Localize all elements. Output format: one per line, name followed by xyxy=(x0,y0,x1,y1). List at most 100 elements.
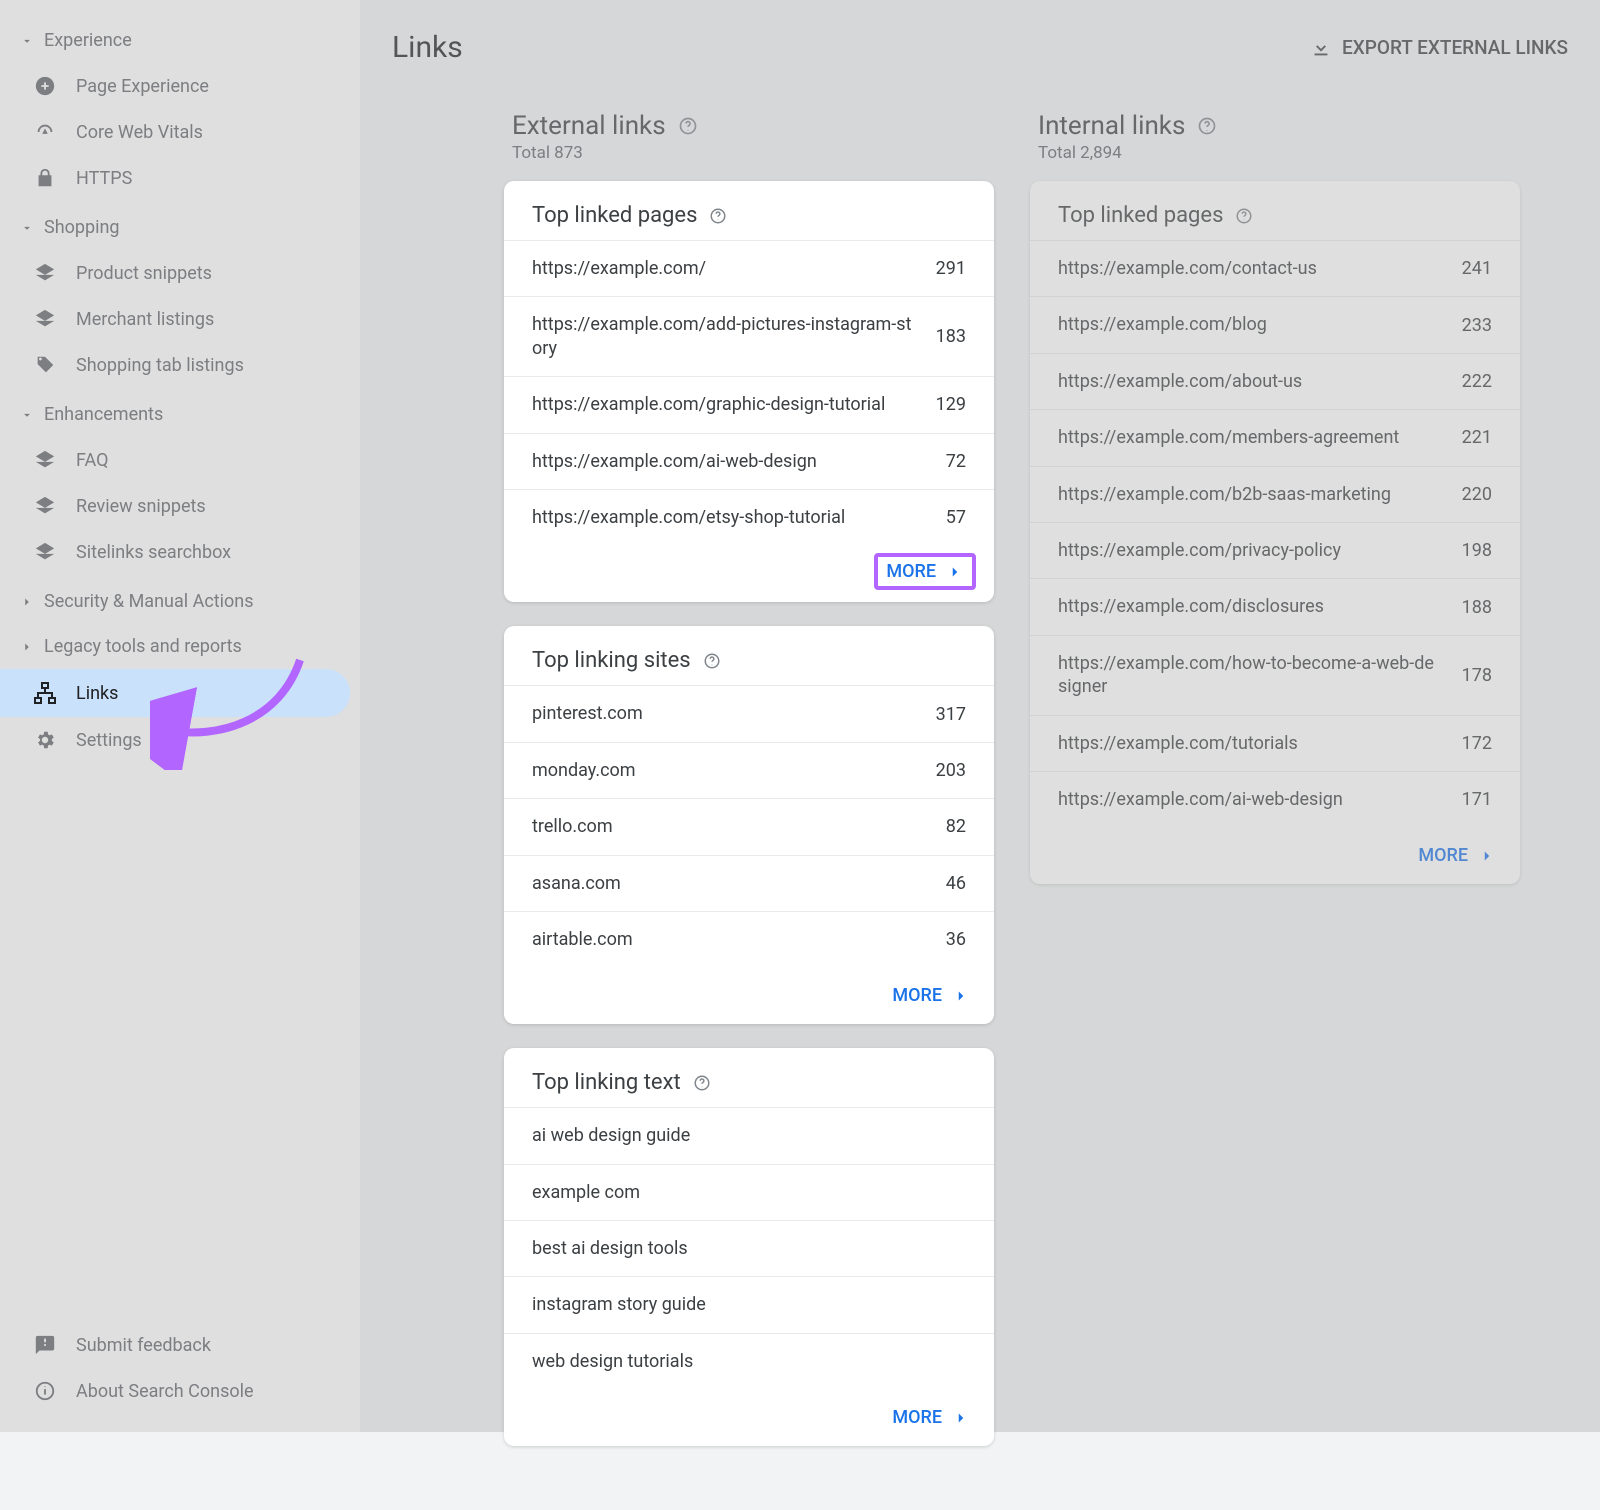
chevron-right-icon xyxy=(946,563,964,581)
list-item[interactable]: web design tutorials xyxy=(504,1333,994,1389)
more-button[interactable]: MORE xyxy=(504,1389,994,1446)
help-icon[interactable] xyxy=(1235,207,1253,225)
row-url: instagram story guide xyxy=(532,1293,966,1316)
list-item[interactable]: https://example.com/contact-us241 xyxy=(1030,240,1520,296)
sidebar-item-core-web-vitals[interactable]: Core Web Vitals xyxy=(0,109,360,155)
export-label: EXPORT EXTERNAL LINKS xyxy=(1342,36,1568,59)
sidebar-group-label: Security & Manual Actions xyxy=(44,591,254,612)
sidebar-item-links[interactable]: Links xyxy=(0,669,350,717)
row-url: https://example.com/members-agreement xyxy=(1058,426,1462,449)
layers-icon xyxy=(32,308,58,330)
layers-icon xyxy=(32,541,58,563)
row-url: https://example.com/disclosures xyxy=(1058,595,1462,618)
sidebar-item-label: Review snippets xyxy=(76,496,206,517)
sidebar-item-faq[interactable]: FAQ xyxy=(0,437,360,483)
list-item[interactable]: https://example.com/graphic-design-tutor… xyxy=(504,376,994,432)
list-item[interactable]: https://example.com/291 xyxy=(504,240,994,296)
sidebar-item-settings[interactable]: Settings xyxy=(0,717,360,763)
speed-icon xyxy=(32,121,58,143)
list-item[interactable]: https://example.com/tutorials172 xyxy=(1030,715,1520,771)
help-icon[interactable] xyxy=(1197,116,1217,136)
list-item[interactable]: instagram story guide xyxy=(504,1276,994,1332)
row-url: web design tutorials xyxy=(532,1350,966,1373)
sidebar-item-https[interactable]: HTTPS xyxy=(0,155,360,201)
more-button[interactable]: MORE xyxy=(1030,827,1520,884)
sidebar-group-enhancements[interactable]: Enhancements xyxy=(0,392,360,437)
row-url: https://example.com/add-pictures-instagr… xyxy=(532,313,936,360)
list-item[interactable]: https://example.com/privacy-policy198 xyxy=(1030,522,1520,578)
sidebar-item-merchant-listings[interactable]: Merchant listings xyxy=(0,296,360,342)
list-item[interactable]: monday.com203 xyxy=(504,742,994,798)
help-icon[interactable] xyxy=(678,116,698,136)
sidebar-item-label: Shopping tab listings xyxy=(76,355,244,376)
list-item[interactable]: example com xyxy=(504,1164,994,1220)
list-item[interactable]: https://example.com/ai-web-design72 xyxy=(504,433,994,489)
more-button[interactable]: MORE xyxy=(504,967,994,1024)
sidebar-item-review-snippets[interactable]: Review snippets xyxy=(0,483,360,529)
list-item[interactable]: https://example.com/add-pictures-instagr… xyxy=(504,296,994,376)
list-item[interactable]: https://example.com/etsy-shop-tutorial57 xyxy=(504,489,994,545)
page-title: Links xyxy=(392,30,463,65)
sidebar-item-label: Page Experience xyxy=(76,76,209,97)
chevron-right-icon xyxy=(1478,847,1496,865)
row-count: 36 xyxy=(946,929,966,950)
top-linking-text-card: Top linking text ai web design guideexam… xyxy=(504,1048,994,1446)
sidebar-item-label: HTTPS xyxy=(76,168,132,189)
list-item[interactable]: https://example.com/how-to-become-a-web-… xyxy=(1030,635,1520,715)
list-item[interactable]: trello.com82 xyxy=(504,798,994,854)
export-external-links-button[interactable]: EXPORT EXTERNAL LINKS xyxy=(1310,36,1568,59)
list-item[interactable]: https://example.com/blog233 xyxy=(1030,296,1520,352)
row-url: https://example.com/graphic-design-tutor… xyxy=(532,393,936,416)
more-label: MORE xyxy=(886,561,936,582)
row-url: https://example.com/about-us xyxy=(1058,370,1462,393)
sidebar-group-experience[interactable]: Experience xyxy=(0,18,360,63)
sidebar-group-shopping[interactable]: Shopping xyxy=(0,205,360,250)
lock-icon xyxy=(32,167,58,189)
row-url: https://example.com/ xyxy=(532,257,936,280)
list-item[interactable]: asana.com46 xyxy=(504,855,994,911)
sidebar-item-label: Links xyxy=(76,683,118,704)
sidebar-item-label: Merchant listings xyxy=(76,309,214,330)
list-item[interactable]: best ai design tools xyxy=(504,1220,994,1276)
more-button[interactable]: MORE xyxy=(872,551,978,592)
row-count: 72 xyxy=(946,451,966,472)
info-icon xyxy=(32,1380,58,1402)
sidebar-item-label: About Search Console xyxy=(76,1381,254,1402)
sidebar-item-sitelinks-searchbox[interactable]: Sitelinks searchbox xyxy=(0,529,360,575)
list-item[interactable]: https://example.com/about-us222 xyxy=(1030,353,1520,409)
row-count: 221 xyxy=(1462,427,1492,448)
row-count: 57 xyxy=(946,507,966,528)
sidebar-group-legacy[interactable]: Legacy tools and reports xyxy=(0,624,360,669)
card-title: Top linked pages xyxy=(532,203,697,228)
internal-links-total: Total 2,894 xyxy=(1030,143,1520,163)
row-count: 241 xyxy=(1462,258,1492,279)
list-item[interactable]: https://example.com/members-agreement221 xyxy=(1030,409,1520,465)
row-url: https://example.com/how-to-become-a-web-… xyxy=(1058,652,1462,699)
sidebar-group-label: Enhancements xyxy=(44,404,163,425)
list-item[interactable]: pinterest.com317 xyxy=(504,685,994,741)
sidebar-item-label: Submit feedback xyxy=(76,1335,211,1356)
feedback-icon xyxy=(32,1334,58,1356)
list-item[interactable]: https://example.com/disclosures188 xyxy=(1030,578,1520,634)
card-title: Top linking sites xyxy=(532,648,691,673)
list-item[interactable]: https://example.com/ai-web-design171 xyxy=(1030,771,1520,827)
row-count: 171 xyxy=(1462,789,1492,810)
chevron-down-icon xyxy=(20,34,34,48)
row-url: https://example.com/blog xyxy=(1058,313,1462,336)
tag-icon xyxy=(32,354,58,376)
sidebar-item-page-experience[interactable]: Page Experience xyxy=(0,63,360,109)
chevron-right-icon xyxy=(952,1409,970,1427)
help-icon[interactable] xyxy=(703,652,721,670)
list-item[interactable]: https://example.com/b2b-saas-marketing22… xyxy=(1030,466,1520,522)
row-url: https://example.com/privacy-policy xyxy=(1058,539,1462,562)
sidebar-group-security[interactable]: Security & Manual Actions xyxy=(0,579,360,624)
help-icon[interactable] xyxy=(709,207,727,225)
sidebar-item-feedback[interactable]: Submit feedback xyxy=(0,1322,360,1368)
list-item[interactable]: airtable.com36 xyxy=(504,911,994,967)
sidebar-item-product-snippets[interactable]: Product snippets xyxy=(0,250,360,296)
list-item[interactable]: ai web design guide xyxy=(504,1107,994,1163)
sidebar-item-about[interactable]: About Search Console xyxy=(0,1368,360,1414)
help-icon[interactable] xyxy=(693,1074,711,1092)
row-count: 220 xyxy=(1462,484,1492,505)
sidebar-item-shopping-tab-listings[interactable]: Shopping tab listings xyxy=(0,342,360,388)
